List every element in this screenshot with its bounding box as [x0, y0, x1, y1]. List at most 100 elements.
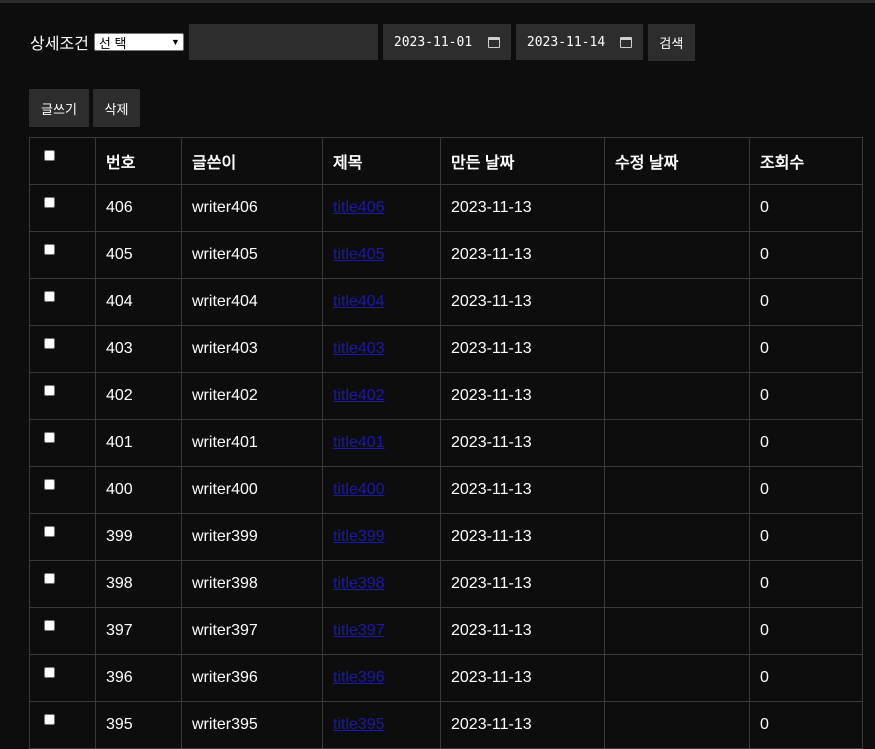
calendar-icon[interactable] [487, 36, 500, 48]
row-checkbox[interactable] [44, 338, 55, 350]
cell-modified [604, 278, 750, 326]
cell-created: 2023-11-13 [440, 607, 605, 655]
cell-number: 406 [95, 184, 182, 232]
table-row: 405 writer405 title405 2023-11-13 0 [29, 231, 863, 279]
row-checkbox[interactable] [44, 197, 55, 209]
title-link[interactable]: title405 [333, 246, 385, 263]
cell-modified [604, 419, 750, 467]
cell-views: 0 [749, 654, 863, 702]
cell-writer: writer404 [181, 278, 323, 326]
select-all-cell [29, 137, 96, 185]
row-select-cell [29, 278, 96, 326]
write-button[interactable]: 글쓰기 [29, 89, 89, 127]
calendar-icon[interactable] [619, 36, 632, 48]
title-link[interactable]: title404 [333, 293, 385, 310]
row-select-cell [29, 513, 96, 561]
cell-created: 2023-11-13 [440, 419, 605, 467]
cell-writer: writer399 [181, 513, 323, 561]
cell-number: 404 [95, 278, 182, 326]
header-title[interactable]: 제목 [322, 137, 441, 185]
title-link[interactable]: title397 [333, 622, 385, 639]
cell-modified [604, 560, 750, 608]
cell-writer: writer396 [181, 654, 323, 702]
title-link[interactable]: title400 [333, 481, 385, 498]
row-checkbox[interactable] [44, 244, 55, 256]
cell-title: title404 [322, 278, 441, 326]
header-writer[interactable]: 글쓴이 [181, 137, 323, 185]
cell-views: 0 [749, 325, 863, 373]
cell-title: title403 [322, 325, 441, 373]
cell-title: title401 [322, 419, 441, 467]
condition-select[interactable]: 선 택 ▼ [93, 33, 184, 51]
row-checkbox[interactable] [44, 291, 55, 303]
row-select-cell [29, 466, 96, 514]
header-created[interactable]: 만든 날짜 [440, 137, 605, 185]
row-select-cell [29, 607, 96, 655]
cell-modified [604, 513, 750, 561]
cell-views: 0 [749, 184, 863, 232]
condition-select-value: 선 택 [98, 35, 127, 51]
row-checkbox[interactable] [44, 385, 55, 397]
cell-views: 0 [749, 701, 863, 749]
title-link[interactable]: title403 [333, 340, 385, 357]
cell-writer: writer405 [181, 231, 323, 279]
cell-title: title400 [322, 466, 441, 514]
cell-views: 0 [749, 607, 863, 655]
cell-writer: writer402 [181, 372, 323, 420]
header-modified[interactable]: 수정 날짜 [604, 137, 750, 185]
cell-title: title398 [322, 560, 441, 608]
cell-number: 401 [95, 419, 182, 467]
cell-modified [604, 372, 750, 420]
table-header-row: 번호 글쓴이 제목 만든 날짜 수정 날짜 조회수 [29, 137, 863, 185]
cell-title: title397 [322, 607, 441, 655]
cell-writer: writer401 [181, 419, 323, 467]
select-all-checkbox[interactable] [44, 150, 55, 162]
end-date-input[interactable]: 2023-11-14 [515, 24, 643, 60]
title-link[interactable]: title401 [333, 434, 385, 451]
cell-modified [604, 325, 750, 373]
action-buttons: 글쓰기 삭제 [29, 89, 140, 127]
row-checkbox[interactable] [44, 667, 55, 679]
title-link[interactable]: title399 [333, 528, 385, 545]
cell-created: 2023-11-13 [440, 513, 605, 561]
cell-created: 2023-11-13 [440, 372, 605, 420]
row-select-cell [29, 325, 96, 373]
cell-modified [604, 607, 750, 655]
cell-modified [604, 184, 750, 232]
cell-created: 2023-11-13 [440, 560, 605, 608]
cell-modified [604, 701, 750, 749]
cell-title: title399 [322, 513, 441, 561]
cell-created: 2023-11-13 [440, 325, 605, 373]
table-row: 406 writer406 title406 2023-11-13 0 [29, 184, 863, 232]
row-select-cell [29, 560, 96, 608]
cell-writer: writer395 [181, 701, 323, 749]
search-button[interactable]: 검색 [647, 23, 695, 61]
keyword-input[interactable] [188, 24, 378, 60]
cell-number: 397 [95, 607, 182, 655]
cell-number: 403 [95, 325, 182, 373]
header-number[interactable]: 번호 [95, 137, 182, 185]
board-table: 번호 글쓴이 제목 만든 날짜 수정 날짜 조회수 406 writer406 ti… [29, 137, 863, 749]
delete-button[interactable]: 삭제 [93, 89, 140, 127]
cell-writer: writer397 [181, 607, 323, 655]
title-link[interactable]: title396 [333, 669, 385, 686]
cell-views: 0 [749, 560, 863, 608]
table-row: 398 writer398 title398 2023-11-13 0 [29, 560, 863, 608]
cell-title: title406 [322, 184, 441, 232]
row-checkbox[interactable] [44, 479, 55, 491]
title-link[interactable]: title406 [333, 199, 385, 216]
row-checkbox[interactable] [44, 573, 55, 585]
header-views[interactable]: 조회수 [749, 137, 863, 185]
row-checkbox[interactable] [44, 432, 55, 444]
cell-views: 0 [749, 419, 863, 467]
row-checkbox[interactable] [44, 714, 55, 726]
title-link[interactable]: title402 [333, 387, 385, 404]
start-date-input[interactable]: 2023-11-01 [382, 24, 511, 60]
row-checkbox[interactable] [44, 526, 55, 538]
row-checkbox[interactable] [44, 620, 55, 632]
cell-title: title405 [322, 231, 441, 279]
cell-modified [604, 231, 750, 279]
cell-views: 0 [749, 372, 863, 420]
title-link[interactable]: title398 [333, 575, 385, 592]
top-divider [0, 0, 875, 3]
